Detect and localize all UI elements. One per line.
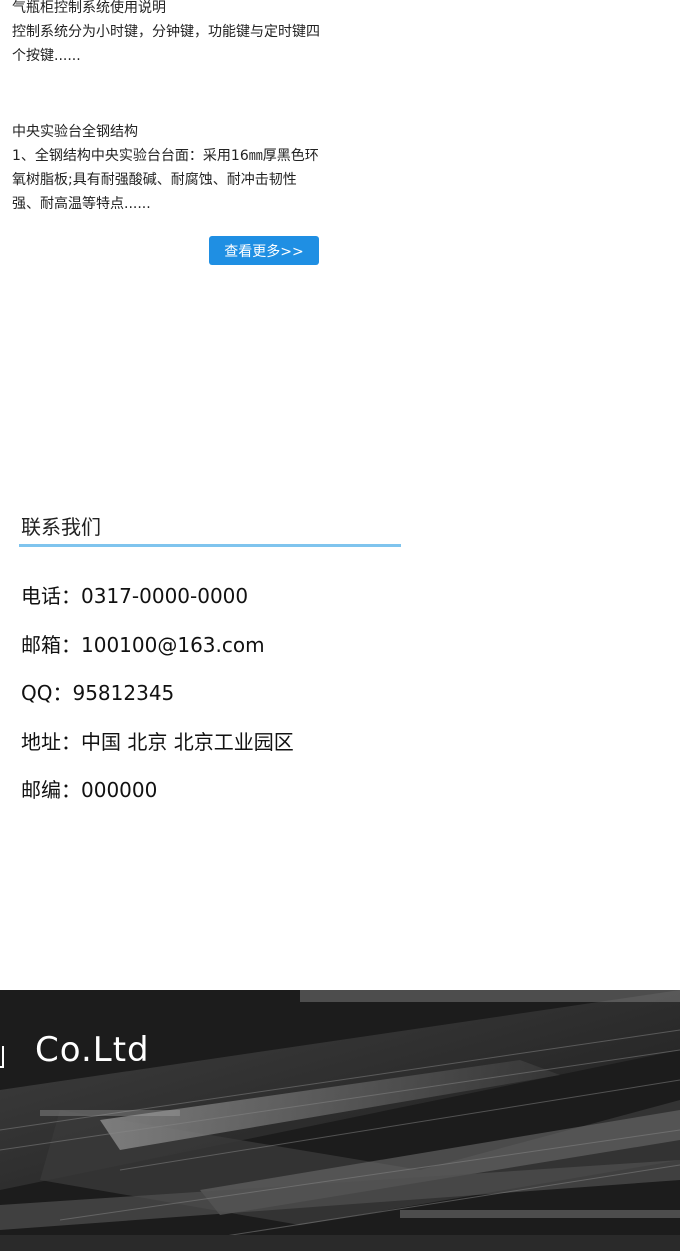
news-description: 控制系统分为小时键，分钟键，功能键与定时键四个按键......: [12, 24, 320, 64]
contact-postcode: 邮编：000000: [21, 778, 158, 802]
contact-title-underline: [19, 544, 401, 547]
contact-list: 电话：0317-0000-0000 邮箱：100100@163.com QQ：9…: [21, 580, 294, 823]
footer-company-text: Co.Ltd: [35, 1030, 150, 1070]
contact-section-title: 联系我们: [21, 515, 101, 539]
view-more-button[interactable]: 查看更多>>: [209, 236, 319, 265]
contact-email: 邮箱：100100@163.com: [21, 632, 265, 657]
footer-banner: Co.Ltd: [0, 990, 680, 1251]
footer-logo-fragment: [0, 1046, 4, 1068]
contact-phone: 电话：0317-0000-0000: [21, 584, 249, 608]
news-item[interactable]: 气瓶柜控制系统使用说明 控制系统分为小时键，分钟键，功能键与定时键四个按键...…: [12, 0, 322, 68]
news-title[interactable]: 气瓶柜控制系统使用说明: [12, 0, 322, 20]
news-title[interactable]: 中央实验台全钢结构: [12, 120, 322, 144]
contact-address: 地址：中国 北京 北京工业园区: [21, 729, 294, 754]
news-item[interactable]: 中央实验台全钢结构 1、全钢结构中央实验台台面：采用16㎜厚黑色环氧树脂板;具有…: [12, 120, 322, 216]
contact-qq: QQ：95812345: [21, 681, 175, 705]
news-description: 1、全钢结构中央实验台台面：采用16㎜厚黑色环氧树脂板;具有耐强酸碱、耐腐蚀、耐…: [12, 148, 319, 212]
